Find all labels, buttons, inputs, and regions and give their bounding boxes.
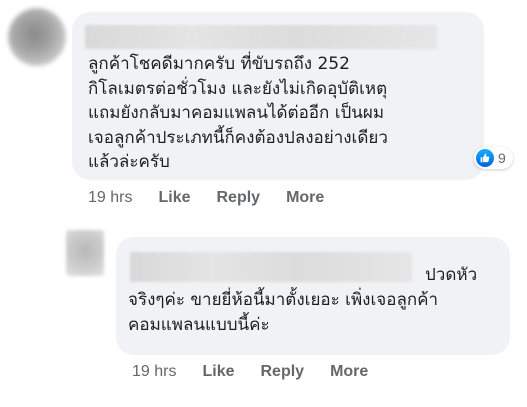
commenter-avatar[interactable] bbox=[8, 8, 66, 66]
replier-name-redacted[interactable] bbox=[130, 252, 412, 282]
reply-text-first-line: ปวดหัว bbox=[425, 265, 478, 285]
comment-thread: ลูกค้าโชคดีมากครับ ที่ขับรถถึง 252 กิโลเ… bbox=[0, 0, 527, 407]
more-button[interactable]: More bbox=[286, 189, 324, 207]
commenter-name-redacted[interactable] bbox=[85, 25, 437, 49]
reaction-count: 9 bbox=[498, 150, 506, 166]
reply-reply-button[interactable]: Reply bbox=[260, 363, 304, 381]
comment-actions: 19 hrs Like Reply More bbox=[88, 189, 350, 207]
like-icon bbox=[476, 149, 494, 167]
reply-more-button[interactable]: More bbox=[330, 363, 368, 381]
reply-timestamp[interactable]: 19 hrs bbox=[132, 363, 176, 381]
comment-timestamp[interactable]: 19 hrs bbox=[88, 189, 132, 207]
reply-text: จริงๆค่ะ ขายยี่ห้อนี้มาตั้งเยอะ เพิ่งเจอ… bbox=[128, 290, 439, 335]
reaction-summary[interactable]: 9 bbox=[474, 147, 513, 169]
replier-avatar[interactable] bbox=[66, 230, 104, 276]
comment-text: ลูกค้าโชคดีมากครับ ที่ขับรถถึง 252 กิโลเ… bbox=[88, 54, 388, 172]
reply-like-button[interactable]: Like bbox=[202, 363, 234, 381]
reply-actions: 19 hrs Like Reply More bbox=[132, 363, 394, 381]
reply-button[interactable]: Reply bbox=[216, 189, 260, 207]
like-button[interactable]: Like bbox=[158, 189, 190, 207]
